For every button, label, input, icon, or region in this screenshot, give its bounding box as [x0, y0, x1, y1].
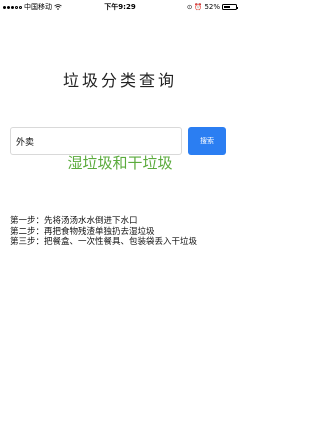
page-title: 垃圾分类查询 — [62, 71, 177, 90]
status-time: 下午9:29 — [104, 3, 136, 11]
status-bar: 中国移动 下午9:29 ⊙ ⏰ 52% — [0, 0, 240, 14]
signal-icon — [3, 5, 22, 9]
search-button[interactable]: 搜索 — [188, 127, 226, 155]
search-row: 搜索 — [10, 127, 226, 155]
search-input[interactable] — [10, 127, 182, 155]
result-category: 湿垃圾和干垃圾 — [67, 154, 173, 172]
step-2: 第二步：再把食物残渣单独扔去湿垃圾 — [10, 226, 155, 237]
result-steps: 第一步：先将汤汤水水倒进下水口 第二步：再把食物残渣单独扔去湿垃圾 第三步：把餐… — [10, 216, 230, 248]
status-bar-left: 中国移动 — [3, 2, 62, 12]
step-3: 第三步：把餐盒、一次性餐具、包装袋丢入干垃圾 — [10, 237, 198, 247]
step-1: 第一步：先将汤汤水水倒进下水口 — [10, 216, 138, 226]
alarm-icon: ⏰ — [194, 2, 203, 11]
battery-percent: 52% — [204, 3, 220, 11]
status-bar-right: ⊙ ⏰ 52% — [186, 2, 238, 11]
wifi-icon — [54, 4, 62, 10]
carrier-label: 中国移动 — [24, 3, 52, 11]
battery-fill — [223, 5, 230, 9]
battery-icon — [222, 4, 238, 10]
lock-rotation-icon: ⊙ — [186, 2, 193, 11]
